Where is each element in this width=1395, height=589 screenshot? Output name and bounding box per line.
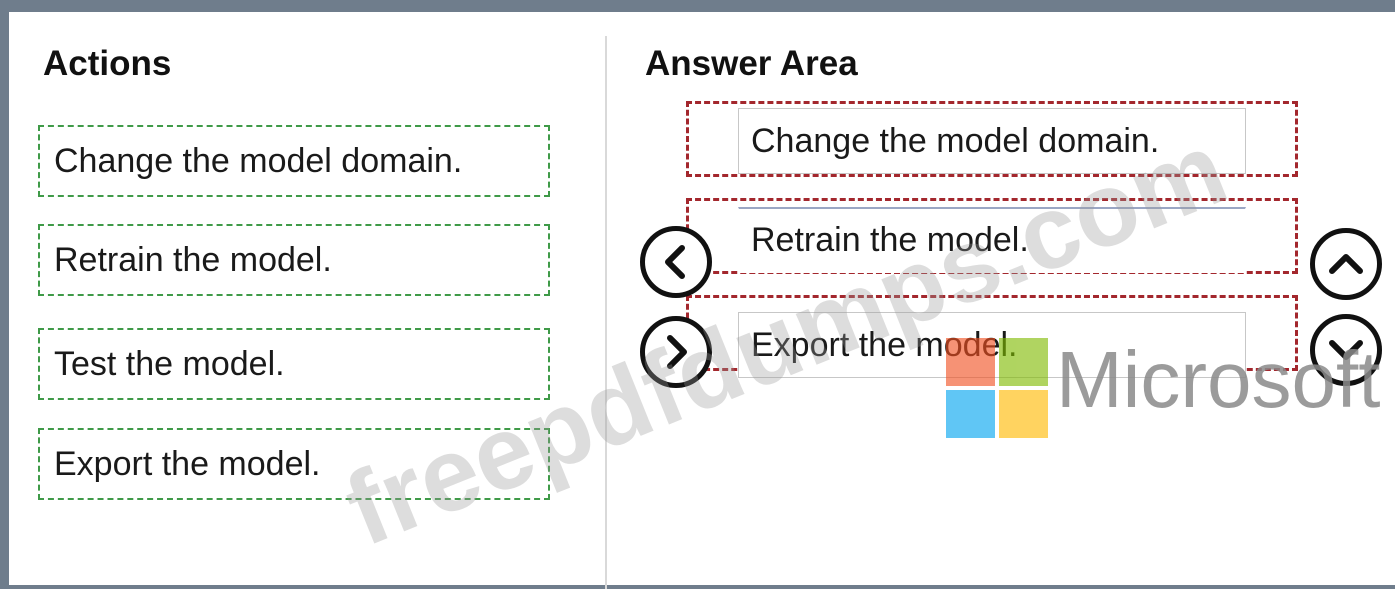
microsoft-logo-text: Microsoft: [1056, 335, 1381, 424]
microsoft-logo-icon: [946, 338, 1048, 438]
action-item-retrain[interactable]: Retrain the model.: [38, 224, 550, 296]
move-up-button[interactable]: [1310, 228, 1382, 300]
chevron-up-icon: [1329, 254, 1363, 274]
answer-area-heading: Answer Area: [645, 44, 858, 83]
answer-item-retrain[interactable]: Retrain the model.: [738, 207, 1246, 273]
move-left-button[interactable]: [640, 226, 712, 298]
action-item-test[interactable]: Test the model.: [38, 328, 550, 400]
answer-item-change-domain[interactable]: Change the model domain.: [738, 108, 1246, 174]
action-item-change-domain[interactable]: Change the model domain.: [38, 125, 550, 197]
chevron-right-icon: [667, 335, 687, 369]
panel-divider: [605, 36, 607, 589]
actions-heading: Actions: [43, 44, 172, 83]
move-right-button[interactable]: [640, 316, 712, 388]
chevron-left-icon: [665, 245, 685, 279]
action-item-export[interactable]: Export the model.: [38, 428, 550, 500]
